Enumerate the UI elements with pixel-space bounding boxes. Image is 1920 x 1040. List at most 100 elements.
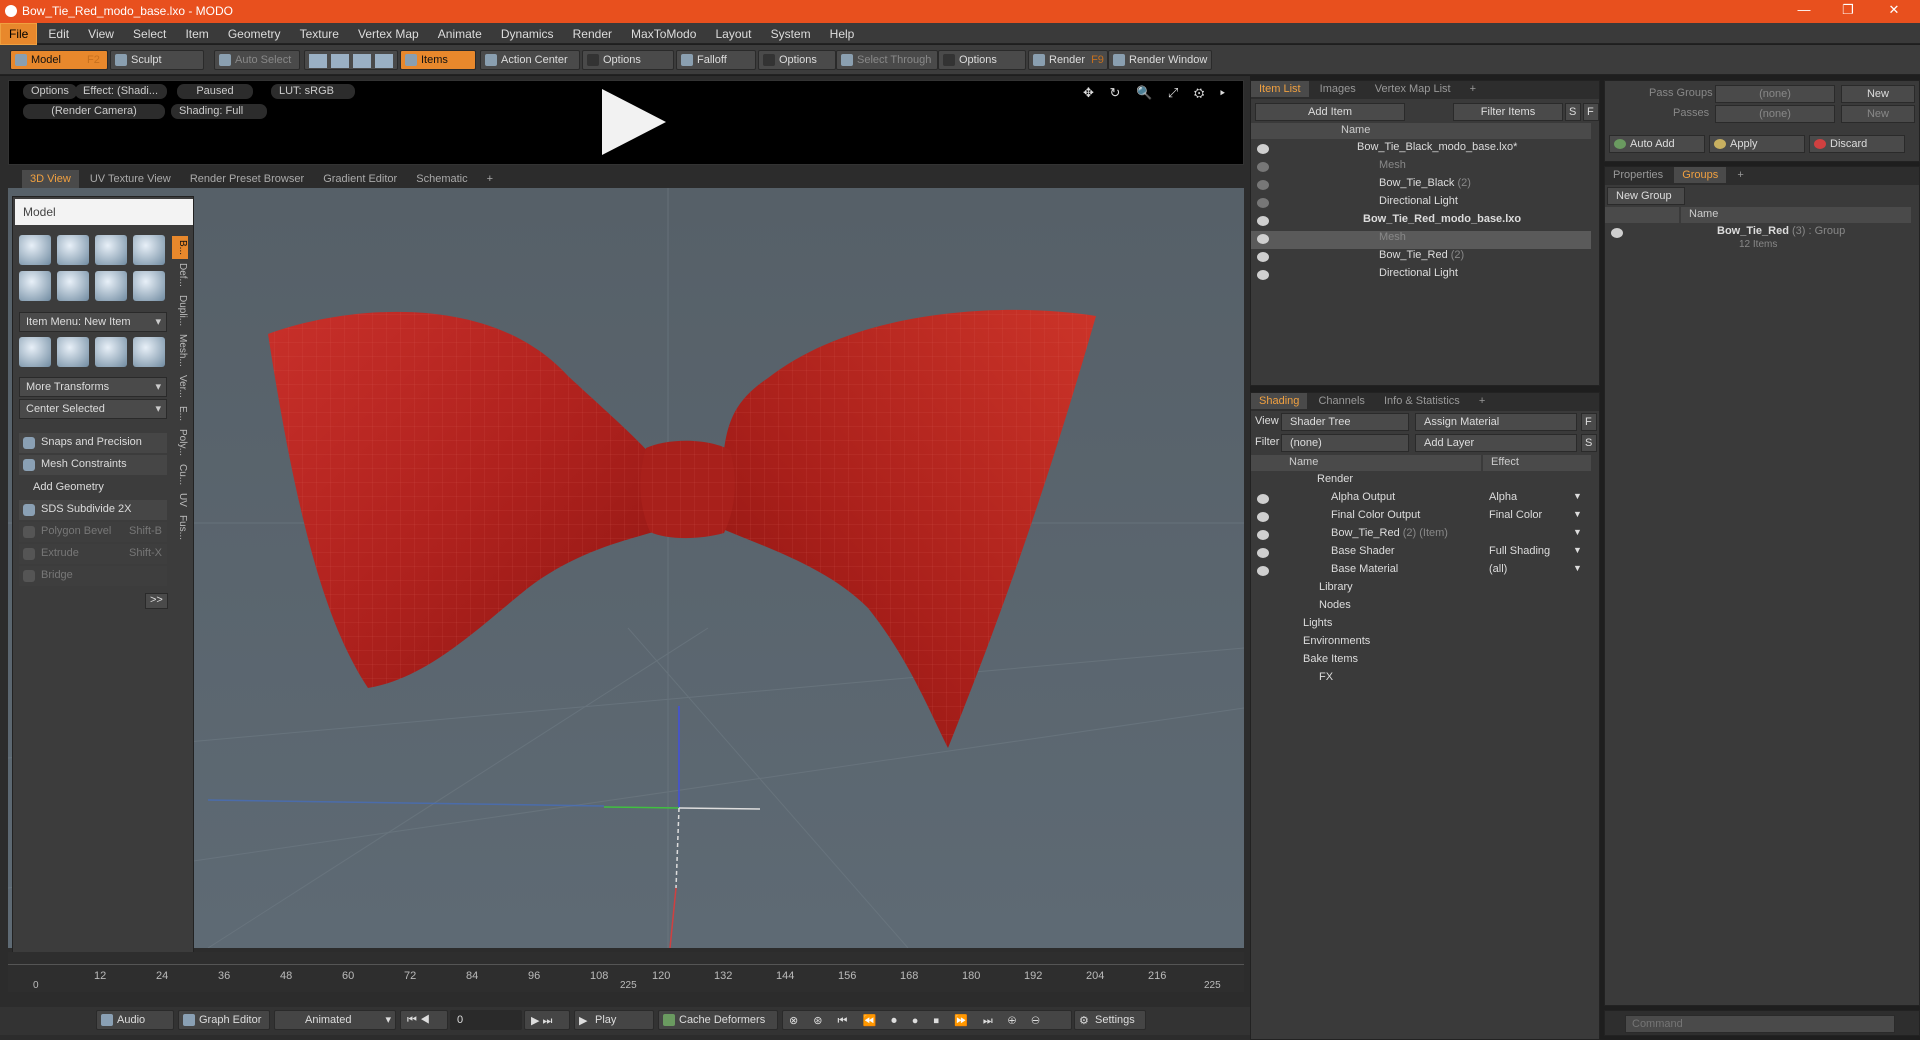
menu-vertex-map[interactable]: Vertex Map xyxy=(350,24,427,44)
shader-tree-row[interactable]: Lights xyxy=(1251,617,1591,635)
render-button[interactable]: Render F9 xyxy=(1028,50,1108,70)
more-tools-button[interactable]: >> xyxy=(145,593,168,609)
menu-file[interactable]: File xyxy=(0,23,38,45)
tab-fusion[interactable]: Fus... xyxy=(172,511,188,544)
cone-icon[interactable] xyxy=(133,235,165,265)
effect-dropdown-icon[interactable]: ▼ xyxy=(1573,563,1582,573)
menu-maxtomodo[interactable]: MaxToModo xyxy=(623,24,704,44)
pyramid-icon[interactable] xyxy=(133,337,165,367)
select-options-button[interactable]: Options xyxy=(938,50,1026,70)
command-input[interactable] xyxy=(1625,1015,1895,1033)
tab-polygon[interactable]: Poly... xyxy=(172,425,188,460)
graph-editor-button[interactable]: Graph Editor xyxy=(178,1010,270,1030)
settings-button[interactable]: ⚙ Settings xyxy=(1074,1010,1146,1030)
add-panel-tab[interactable]: + xyxy=(1462,81,1484,97)
sculpt-mode-button[interactable]: Sculpt xyxy=(110,50,204,70)
visibility-eye-icon[interactable] xyxy=(1257,144,1269,154)
add-panel-tab[interactable]: + xyxy=(1729,167,1751,183)
visibility-eye-icon[interactable] xyxy=(1257,162,1269,172)
view-dropdown[interactable]: Shader Tree xyxy=(1281,413,1409,431)
tab-duplicate[interactable]: Dupli... xyxy=(172,291,188,330)
list-item[interactable]: Mesh xyxy=(1251,159,1591,177)
cylinder-icon[interactable] xyxy=(95,235,127,265)
add-item-dropdown[interactable]: Add Item xyxy=(1255,103,1405,121)
pen-icon[interactable] xyxy=(95,271,127,301)
shader-tree-row[interactable]: Library xyxy=(1251,581,1591,599)
capsule-icon[interactable] xyxy=(57,271,89,301)
tab-info-statistics[interactable]: Info & Statistics xyxy=(1376,393,1468,409)
visibility-eye-icon[interactable] xyxy=(1257,234,1269,244)
globe-icon[interactable] xyxy=(95,337,127,367)
audio-button[interactable]: Audio xyxy=(96,1010,174,1030)
tab-vertex[interactable]: Ver... xyxy=(172,371,188,402)
shader-tree-row[interactable]: Environments xyxy=(1251,635,1591,653)
cube-icon[interactable] xyxy=(19,235,51,265)
preview-paused-button[interactable]: Paused xyxy=(177,84,253,99)
snaps-precision-button[interactable]: Snaps and Precision xyxy=(19,433,167,453)
visibility-eye-icon[interactable] xyxy=(1257,270,1269,280)
visibility-eye-icon[interactable] xyxy=(1257,494,1269,504)
menu-texture[interactable]: Texture xyxy=(292,24,347,44)
tab-images[interactable]: Images xyxy=(1312,81,1364,97)
select-through-button[interactable]: Select Through xyxy=(836,50,938,70)
menu-render[interactable]: Render xyxy=(565,24,620,44)
tab-schematic[interactable]: Schematic xyxy=(408,170,475,188)
shader-tree-row[interactable]: Alpha Output Alpha ▼ xyxy=(1251,491,1591,509)
shader-tree-row[interactable]: Bow_Tie_Red (2) (Item) ▼ xyxy=(1251,527,1591,545)
visibility-eye-icon[interactable] xyxy=(1257,216,1269,226)
menu-geometry[interactable]: Geometry xyxy=(220,24,289,44)
item-menu-dropdown[interactable]: Item Menu: New Item xyxy=(19,312,167,332)
text-icon[interactable] xyxy=(133,271,165,301)
action-center-button[interactable]: Action Center xyxy=(480,50,580,70)
visibility-eye-icon[interactable] xyxy=(1257,198,1269,208)
menu-layout[interactable]: Layout xyxy=(707,24,759,44)
transform-icon[interactable] xyxy=(19,337,51,367)
shading-s-button[interactable]: S xyxy=(1581,434,1597,452)
shading-f-button[interactable]: F xyxy=(1581,413,1597,431)
play-button[interactable]: ▶ Play xyxy=(574,1010,654,1030)
close-button[interactable]: ✕ xyxy=(1874,2,1914,18)
add-tab-button[interactable]: + xyxy=(479,170,501,188)
tab-channels[interactable]: Channels xyxy=(1310,393,1372,409)
tab-3d-view[interactable]: 3D View xyxy=(22,170,79,188)
mesh-constraints-button[interactable]: Mesh Constraints xyxy=(19,455,167,475)
tab-groups[interactable]: Groups xyxy=(1674,167,1727,183)
menu-help[interactable]: Help xyxy=(822,24,863,44)
tab-mesh[interactable]: Mesh... xyxy=(172,330,188,371)
shader-tree-row[interactable]: Final Color Output Final Color ▼ xyxy=(1251,509,1591,527)
list-item-selected[interactable]: Mesh xyxy=(1251,231,1591,249)
tab-gradient-editor[interactable]: Gradient Editor xyxy=(315,170,405,188)
action-center-options-button[interactable]: Options xyxy=(582,50,674,70)
tab-uv[interactable]: UV xyxy=(172,489,188,511)
animated-dropdown[interactable]: Animated ▾ xyxy=(274,1010,396,1030)
tab-properties[interactable]: Properties xyxy=(1605,167,1671,183)
shader-tree-row[interactable]: Base Shader Full Shading ▼ xyxy=(1251,545,1591,563)
auto-select-button[interactable]: Auto Select xyxy=(214,50,300,70)
visibility-eye-icon[interactable] xyxy=(1257,252,1269,262)
tab-edge[interactable]: E... xyxy=(172,402,188,425)
preview-options-button[interactable]: Options xyxy=(23,84,77,99)
visibility-eye-icon[interactable] xyxy=(1257,530,1269,540)
menu-select[interactable]: Select xyxy=(125,24,174,44)
pass-groups-dropdown[interactable]: (none) xyxy=(1715,85,1835,103)
falloff-button[interactable]: Falloff xyxy=(676,50,756,70)
discard-button[interactable]: Discard xyxy=(1809,135,1905,153)
menu-view[interactable]: View xyxy=(80,24,122,44)
sds-subdivide-button[interactable]: SDS Subdivide 2X xyxy=(19,500,167,520)
filter-dropdown[interactable]: (none) xyxy=(1281,434,1409,452)
render-window-button[interactable]: Render Window xyxy=(1108,50,1212,70)
bridge-button[interactable]: Bridge xyxy=(19,566,167,586)
add-panel-tab[interactable]: + xyxy=(1471,393,1493,409)
passes-dropdown[interactable]: (none) xyxy=(1715,105,1835,123)
shader-tree-row[interactable]: FX xyxy=(1251,671,1591,689)
polygon-bevel-button[interactable]: Polygon Bevel Shift-B xyxy=(19,522,167,542)
more-transforms-dropdown[interactable]: More Transforms xyxy=(19,377,167,397)
items-mode-button[interactable]: Items xyxy=(400,50,476,70)
effect-dropdown-icon[interactable]: ▼ xyxy=(1573,527,1582,537)
visibility-eye-icon[interactable] xyxy=(1257,548,1269,558)
apply-button[interactable]: Apply xyxy=(1709,135,1805,153)
model-mode-button[interactable]: Model F2 xyxy=(10,50,108,70)
timeline[interactable]: 0 12 24 36 48 60 72 84 96 108 120 132 14… xyxy=(8,952,1244,992)
visibility-eye-icon[interactable] xyxy=(1257,512,1269,522)
key-controls[interactable]: ⊗ ⊛ ⏮ ⏪ ⏺ ● ⏹ ⏩ ⏭ ⊕ ⊖ xyxy=(782,1010,1072,1030)
